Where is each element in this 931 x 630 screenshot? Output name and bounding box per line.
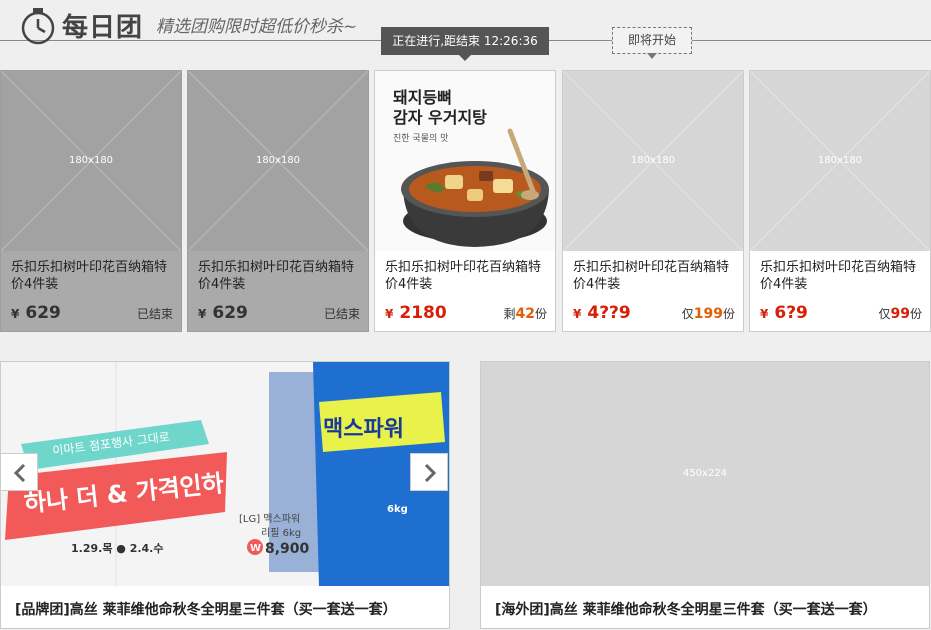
deal-status: 仅199份 (682, 305, 735, 322)
remaining-count: 99 (890, 306, 910, 322)
product-price: ¥2180 (385, 303, 447, 323)
carousel-prev-button[interactable] (0, 453, 38, 491)
product-price: ¥4??9 (573, 303, 631, 323)
page: 每日团 精选团购限时超低价秒杀~ 正在进行,距结束 12:26:36 即将开始 … (0, 0, 931, 630)
status-prefix: 仅 (681, 307, 694, 321)
product-name[interactable]: 乐扣乐扣树叶印花百纳箱特价4件装 (198, 259, 366, 293)
chevron-left-icon (13, 464, 26, 482)
product-image-placeholder[interactable]: 180x180 (750, 71, 930, 251)
product-price: ¥6?9 (760, 303, 808, 323)
deal-status: 仅99份 (878, 305, 922, 322)
food-title-line1: 돼지등뼈 (393, 88, 452, 107)
remaining-count: 42 (515, 306, 535, 322)
carousel-next-button[interactable] (410, 453, 448, 491)
deal-status: 已结束 (136, 307, 173, 321)
product-card[interactable]: 180x180 乐扣乐扣树叶印花百纳箱特价4件装 ¥629 已结束 (187, 70, 369, 332)
product-image-placeholder[interactable]: 180x180 (188, 71, 368, 251)
currency-symbol: ¥ (385, 307, 394, 321)
product-card[interactable]: 돼지등뼈 감자 우거지탕 진한 국물의 맛 乐扣乐扣树叶印花百纳箱特价4件装 ¥… (374, 70, 556, 332)
product-card[interactable]: 180x180 乐扣乐扣树叶印花百纳箱特价4件装 ¥629 已结束 (0, 70, 182, 332)
status-prefix: 仅 (878, 307, 891, 321)
status-suffix: 份 (909, 307, 922, 321)
food-title-line2: 감자 우거지탕 (393, 108, 487, 127)
banner-title[interactable]: [海外团]高丝 莱菲维他命秋冬全明星三件套（买一套送一套） (495, 599, 877, 619)
pack-brand-text: 맥스파워 (323, 417, 404, 442)
product-image-placeholder[interactable]: 180x180 (563, 71, 743, 251)
banner-image-placeholder[interactable]: 450x224 (481, 362, 929, 586)
promo-banner[interactable]: 맥스파워 6kg 이마트 점포행사 그대로 하나 더 & 가격인하 1.29.목… (0, 361, 450, 629)
placeholder-label: 180x180 (68, 155, 114, 166)
banner-price-text: 8,900 (265, 541, 310, 557)
date-range-text: 1.29.목 ● 2.4.수 (71, 542, 163, 555)
price-value: 2180 (399, 303, 447, 323)
currency-symbol: ¥ (11, 307, 20, 321)
logo-text: 每日团 (62, 13, 144, 43)
pack-size-text: 6kg (387, 504, 408, 515)
product-card[interactable]: 180x180 乐扣乐扣树叶印花百纳箱特价4件装 ¥4??9 仅199份 (562, 70, 744, 332)
product-line1: [LG] 맥스파워 (239, 512, 300, 525)
clock-icon (21, 8, 55, 45)
price-value: 629 (25, 303, 61, 323)
price-value: 6?9 (774, 303, 808, 323)
placeholder-label: 180x180 (255, 155, 301, 166)
currency-symbol: ¥ (573, 307, 582, 321)
status-prefix: 剩 (503, 307, 516, 321)
currency-symbol: ¥ (760, 307, 769, 321)
currency-symbol: ¥ (198, 307, 207, 321)
promo-banner[interactable]: 450x224 [海外团]高丝 莱菲维他命秋冬全明星三件套（买一套送一套） (480, 361, 930, 629)
logo[interactable]: 每日团 (18, 6, 148, 45)
placeholder-label: 180x180 (630, 155, 676, 166)
remaining-count: 199 (693, 306, 723, 322)
product-price: ¥629 (11, 303, 61, 323)
placeholder-label: 180x180 (817, 155, 863, 166)
ongoing-timer-tab[interactable]: 正在进行,距结束 12:26:36 (381, 27, 549, 61)
product-name[interactable]: 乐扣乐扣树叶印花百纳箱特价4件装 (573, 259, 741, 293)
product-image[interactable]: 돼지등뼈 감자 우거지탕 진한 국물의 맛 (375, 71, 555, 251)
status-suffix: 份 (534, 307, 547, 321)
product-name[interactable]: 乐扣乐扣树叶印花百纳箱特价4件装 (11, 259, 179, 293)
banner-image[interactable]: 맥스파워 6kg 이마트 점포행사 그대로 하나 더 & 가격인하 1.29.목… (1, 362, 449, 586)
header: 每日团 精选团购限时超低价秒杀~ 正在进行,距结束 12:26:36 即将开始 (0, 0, 931, 61)
price-value: 629 (212, 303, 248, 323)
status-suffix: 份 (722, 307, 735, 321)
banner-title[interactable]: [品牌团]高丝 莱菲维他命秋冬全明星三件套（买一套送一套） (15, 599, 397, 619)
product-name[interactable]: 乐扣乐扣树叶印花百纳箱特价4件装 (760, 259, 928, 293)
food-subtitle: 진한 국물의 맛 (393, 133, 448, 144)
price-value: 4??9 (587, 303, 631, 323)
product-line2: 리필 6kg (261, 527, 301, 539)
slogan: 精选团购限时超低价秒杀~ (156, 17, 358, 37)
chevron-right-icon (424, 464, 437, 482)
deal-status: 已结束 (323, 307, 360, 321)
upcoming-tab[interactable]: 即将开始 (612, 27, 692, 59)
product-price: ¥629 (198, 303, 248, 323)
deal-status: 剩42份 (503, 305, 547, 322)
won-icon: W (250, 543, 261, 554)
product-name[interactable]: 乐扣乐扣树叶印花百纳箱特价4件装 (385, 259, 553, 293)
product-card[interactable]: 180x180 乐扣乐扣树叶印花百纳箱特价4件装 ¥6?9 仅99份 (749, 70, 931, 332)
product-image-placeholder[interactable]: 180x180 (1, 71, 181, 251)
placeholder-label: 450x224 (682, 468, 728, 479)
